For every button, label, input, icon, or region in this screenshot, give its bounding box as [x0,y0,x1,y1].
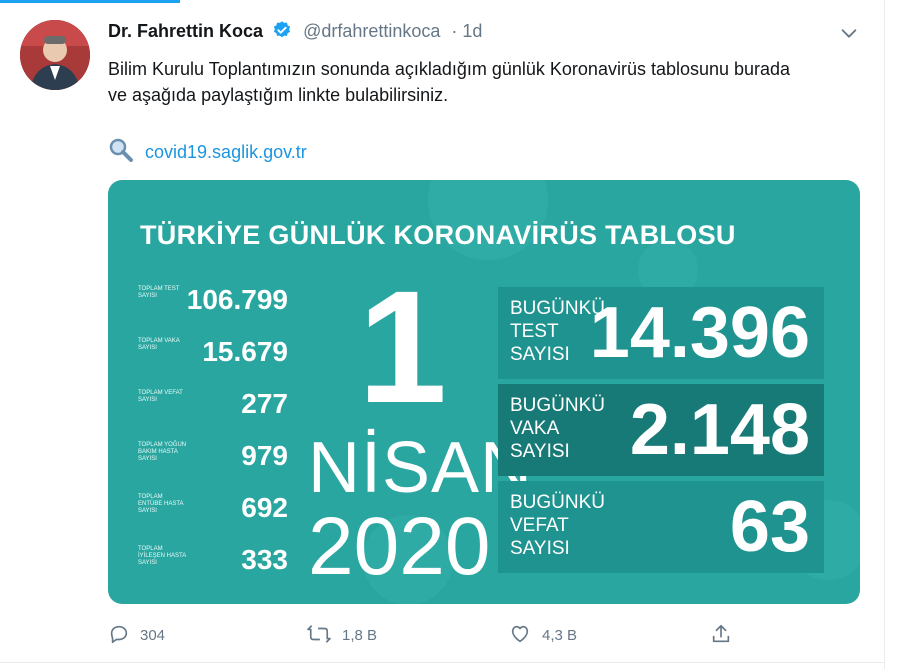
stat-value: 15.679 [202,336,288,367]
tweet-time[interactable]: · 1d [451,21,482,41]
reply-count: 304 [140,627,166,644]
author-name[interactable]: Dr. Fahrettin Koca [108,21,263,41]
box-label: BUGÜNKÜ VAKA SAYISI [510,395,606,462]
covid-table-image[interactable]: TÜRKİYE GÜNLÜK KORONAVİRÜS TABLOSU TOPLA… [108,180,860,604]
box-label: BUGÜNKÜ TEST SAYISI [510,298,606,365]
share-icon [712,624,730,643]
tweet-link-text[interactable]: covid19.saglik.gov.tr [145,142,307,162]
heart-icon [511,625,529,643]
box-value: 63 [729,487,810,567]
box-label: BUGÜNKÜ VEFAT SAYISI [510,492,606,559]
avatar[interactable] [20,20,90,90]
stat-total-intubated: TOPLAM ENTÜBE HASTA SAYISI 692 [138,492,288,526]
share-button[interactable] [710,623,742,645]
stat-value: 277 [241,388,288,419]
box-value: 14.396 [589,293,810,373]
stat-value: 333 [241,544,288,575]
stat-total-icu: TOPLAM YOĞUN BAKIM HASTA SAYISI 979 [138,440,288,474]
timeline-border [884,0,885,669]
stat-total-test: TOPLAM TEST SAYISI 106.799 [138,284,288,318]
chevron-down-icon[interactable] [838,22,860,44]
magnifier-icon [109,138,133,162]
date-day: 1 [358,257,447,436]
today-cases-box: BUGÜNKÜ VAKA SAYISI 2.148 [498,384,824,476]
stat-label: TOPLAM VAKA SAYISI [138,338,180,351]
stat-label: TOPLAM YOĞUN BAKIM HASTA SAYISI [138,442,187,462]
stat-label: TOPLAM ENTÜBE HASTA SAYISI [138,494,184,514]
stat-label: TOPLAM VEFAT SAYISI [138,390,183,403]
like-button[interactable]: 4,3 B [508,623,577,645]
stat-total-cases: TOPLAM VAKA SAYISI 15.679 [138,336,288,370]
verified-badge-icon [272,20,292,45]
reply-button[interactable]: 304 [108,623,165,645]
tweet-divider [0,662,884,663]
date-year: 2020 [308,501,491,592]
tweet-link[interactable]: covid19.saglik.gov.tr [108,137,307,163]
retweet-count: 1,8 B [342,627,378,644]
stat-total-recovered: TOPLAM İYİLEŞEN HASTA SAYISI 333 [138,544,288,578]
stat-value: 106.799 [186,284,288,315]
today-test-box: BUGÜNKÜ TEST SAYISI 14.396 [498,287,824,379]
tweet-header: Dr. Fahrettin Koca @drfahrettinkoca · 1d [108,20,482,45]
card-title: TÜRKİYE GÜNLÜK KORONAVİRÜS TABLOSU [140,220,736,250]
stat-value: 692 [241,492,288,523]
stat-total-deaths: TOPLAM VEFAT SAYISI 277 [138,388,288,422]
stat-label: TOPLAM İYİLEŞEN HASTA SAYISI [138,546,186,566]
author-handle[interactable]: @drfahrettinkoca [303,21,440,41]
box-value: 2.148 [629,390,810,470]
retweet-icon [307,625,331,643]
avatar-image [20,20,90,90]
reply-icon [110,625,128,644]
stat-label: TOPLAM TEST SAYISI [138,286,180,299]
retweet-button[interactable]: 1,8 B [306,623,377,645]
like-count: 4,3 B [542,627,578,644]
top-accent-bar [0,0,180,3]
tweet-text: Bilim Kurulu Toplantımızın sonunda açıkl… [108,59,791,105]
today-deaths-box: BUGÜNKÜ VEFAT SAYISI 63 [498,481,824,573]
tweet-actions: 304 1,8 B 4,3 B [108,623,748,647]
stat-value: 979 [241,440,288,471]
